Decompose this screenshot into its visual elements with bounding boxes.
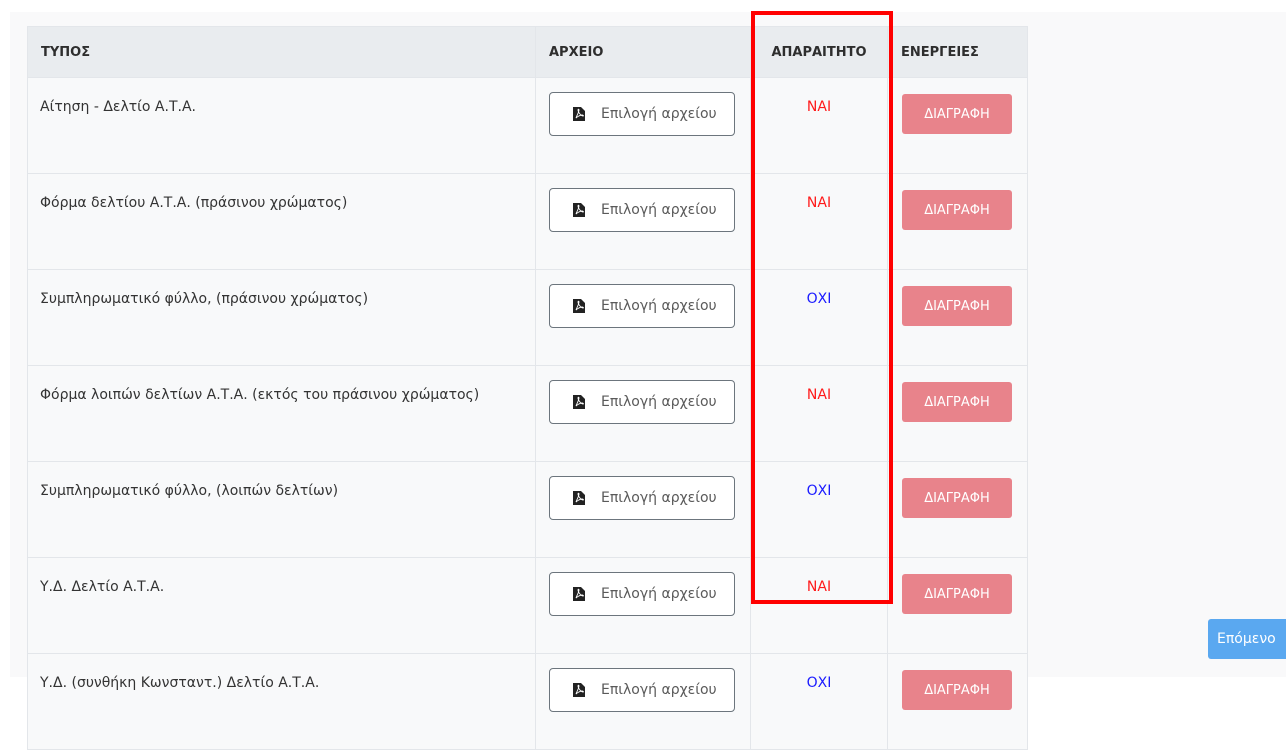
choose-file-label: Επιλογή αρχείου (601, 202, 717, 218)
column-header-actions: ΕΝΕΡΓΕΙΕΣ (887, 26, 1028, 78)
document-type: Υ.Δ. (συνθήκη Κωνσταντ.) Δελτίο Α.Τ.Α. (27, 653, 536, 750)
required-value: ΝΑΙ (806, 195, 832, 211)
required-cell: ΝΑΙ (750, 173, 888, 270)
choose-file-label: Επιλογή αρχείου (601, 298, 717, 314)
column-header-type: ΤΥΠΟΣ (27, 26, 536, 78)
pdf-file-icon (573, 587, 585, 601)
file-cell: Επιλογή αρχείου (535, 173, 751, 270)
document-type: Φόρμα δελτίου Α.Τ.Α. (πράσινου χρώματος) (27, 173, 536, 270)
documents-table: ΤΥΠΟΣ ΑΡΧΕΙΟ ΑΠΑΡΑΙΤΗΤΟ ΕΝΕΡΓΕΙΕΣ Αίτηση… (27, 26, 1028, 750)
choose-file-button[interactable]: Επιλογή αρχείου (549, 668, 735, 712)
pdf-file-icon (573, 395, 585, 409)
choose-file-button[interactable]: Επιλογή αρχείου (549, 188, 735, 232)
pdf-file-icon (573, 299, 585, 313)
choose-file-label: Επιλογή αρχείου (601, 490, 717, 506)
choose-file-button[interactable]: Επιλογή αρχείου (549, 572, 735, 616)
table-row: Φόρμα λοιπών δελτίων Α.Τ.Α. (εκτός του π… (27, 365, 1028, 462)
choose-file-button[interactable]: Επιλογή αρχείου (549, 380, 735, 424)
required-value: ΝΑΙ (806, 579, 832, 595)
table-row: Συμπληρωματικό φύλλο, (πράσινου χρώματος… (27, 269, 1028, 366)
delete-button[interactable]: ΔΙΑΓΡΑΦΗ (902, 382, 1012, 422)
actions-cell: ΔΙΑΓΡΑΦΗ (887, 557, 1028, 654)
delete-button[interactable]: ΔΙΑΓΡΑΦΗ (902, 478, 1012, 518)
required-value: ΝΑΙ (806, 99, 832, 115)
file-cell: Επιλογή αρχείου (535, 461, 751, 558)
actions-cell: ΔΙΑΓΡΑΦΗ (887, 461, 1028, 558)
required-value: ΟΧΙ (806, 675, 832, 691)
delete-button[interactable]: ΔΙΑΓΡΑΦΗ (902, 286, 1012, 326)
choose-file-label: Επιλογή αρχείου (601, 394, 717, 410)
required-cell: ΝΑΙ (750, 557, 888, 654)
required-value: ΟΧΙ (806, 483, 832, 499)
table-row: Φόρμα δελτίου Α.Τ.Α. (πράσινου χρώματος)… (27, 173, 1028, 270)
required-value: ΟΧΙ (806, 291, 832, 307)
required-cell: ΝΑΙ (750, 77, 888, 174)
table-row: Υ.Δ. (συνθήκη Κωνσταντ.) Δελτίο Α.Τ.Α. Ε… (27, 653, 1028, 750)
pdf-file-icon (573, 683, 585, 697)
choose-file-button[interactable]: Επιλογή αρχείου (549, 476, 735, 520)
next-button[interactable]: Επόμενο (1208, 619, 1286, 659)
delete-button[interactable]: ΔΙΑΓΡΑΦΗ (902, 190, 1012, 230)
table-header-row: ΤΥΠΟΣ ΑΡΧΕΙΟ ΑΠΑΡΑΙΤΗΤΟ ΕΝΕΡΓΕΙΕΣ (27, 26, 1028, 78)
table-row: Αίτηση - Δελτίο Α.Τ.Α. Επιλογή αρχείου Ν… (27, 77, 1028, 174)
required-value: ΝΑΙ (806, 387, 832, 403)
actions-cell: ΔΙΑΓΡΑΦΗ (887, 173, 1028, 270)
document-type: Συμπληρωματικό φύλλο, (λοιπών δελτίων) (27, 461, 536, 558)
document-type: Υ.Δ. Δελτίο Α.Τ.Α. (27, 557, 536, 654)
actions-cell: ΔΙΑΓΡΑΦΗ (887, 269, 1028, 366)
delete-button[interactable]: ΔΙΑΓΡΑΦΗ (902, 670, 1012, 710)
pdf-file-icon (573, 107, 585, 121)
table-row: Συμπληρωματικό φύλλο, (λοιπών δελτίων) Ε… (27, 461, 1028, 558)
actions-cell: ΔΙΑΓΡΑΦΗ (887, 77, 1028, 174)
choose-file-button[interactable]: Επιλογή αρχείου (549, 284, 735, 328)
choose-file-label: Επιλογή αρχείου (601, 106, 717, 122)
column-header-required: ΑΠΑΡΑΙΤΗΤΟ (750, 26, 888, 78)
file-cell: Επιλογή αρχείου (535, 77, 751, 174)
choose-file-label: Επιλογή αρχείου (601, 586, 717, 602)
document-type: Αίτηση - Δελτίο Α.Τ.Α. (27, 77, 536, 174)
pdf-file-icon (573, 203, 585, 217)
pdf-file-icon (573, 491, 585, 505)
actions-cell: ΔΙΑΓΡΑΦΗ (887, 365, 1028, 462)
required-cell: ΟΧΙ (750, 269, 888, 366)
column-header-file: ΑΡΧΕΙΟ (535, 26, 751, 78)
document-type: Φόρμα λοιπών δελτίων Α.Τ.Α. (εκτός του π… (27, 365, 536, 462)
file-cell: Επιλογή αρχείου (535, 269, 751, 366)
choose-file-button[interactable]: Επιλογή αρχείου (549, 92, 735, 136)
required-cell: ΝΑΙ (750, 365, 888, 462)
delete-button[interactable]: ΔΙΑΓΡΑΦΗ (902, 574, 1012, 614)
choose-file-label: Επιλογή αρχείου (601, 682, 717, 698)
actions-cell: ΔΙΑΓΡΑΦΗ (887, 653, 1028, 750)
required-cell: ΟΧΙ (750, 461, 888, 558)
document-type: Συμπληρωματικό φύλλο, (πράσινου χρώματος… (27, 269, 536, 366)
required-cell: ΟΧΙ (750, 653, 888, 750)
file-cell: Επιλογή αρχείου (535, 365, 751, 462)
file-cell: Επιλογή αρχείου (535, 557, 751, 654)
delete-button[interactable]: ΔΙΑΓΡΑΦΗ (902, 94, 1012, 134)
table-row: Υ.Δ. Δελτίο Α.Τ.Α. Επιλογή αρχείου ΝΑΙ Δ… (27, 557, 1028, 654)
file-cell: Επιλογή αρχείου (535, 653, 751, 750)
